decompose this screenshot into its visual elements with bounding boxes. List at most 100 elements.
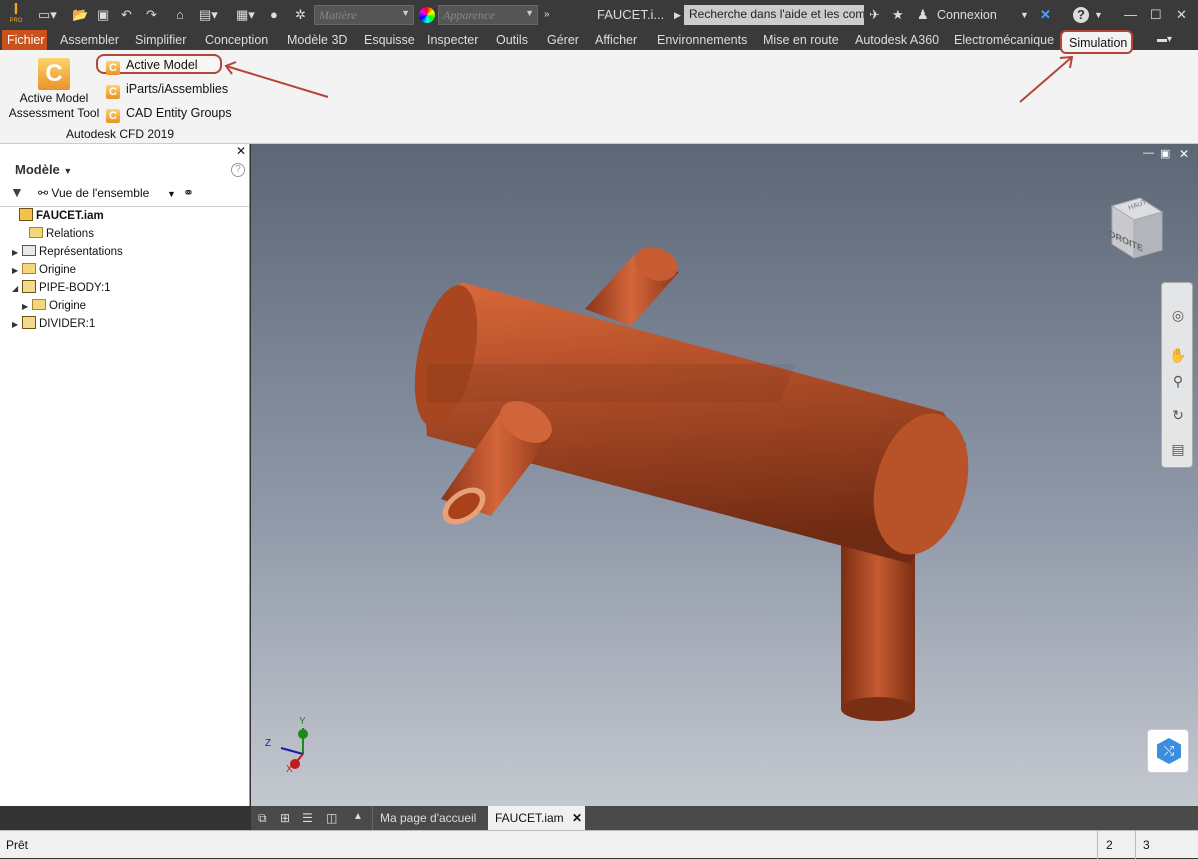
binoculars-icon[interactable]: ✈ <box>869 6 880 24</box>
expand-icon[interactable]: ▶ <box>22 299 32 315</box>
more-tools-icon[interactable]: » <box>544 6 550 24</box>
tab-file[interactable]: Fichier <box>2 30 47 50</box>
steering-wheel-icon[interactable]: ◎ <box>1168 305 1188 325</box>
login-link[interactable]: Connexion <box>937 8 997 22</box>
redo-icon[interactable]: ↷ <box>146 6 157 24</box>
tile-icon[interactable]: ⊞ <box>273 806 297 830</box>
help-icon[interactable]: ? <box>1073 7 1089 23</box>
settings-icon[interactable]: ✲ <box>295 6 306 24</box>
view-selector[interactable]: ⚯ Vue de l'ensemble <box>38 186 149 200</box>
cfd-icon: C <box>106 61 120 75</box>
help-icon[interactable]: ? <box>231 163 245 177</box>
tab-simplify[interactable]: Simplifier <box>135 32 186 48</box>
tree-item-relations[interactable]: Relations <box>29 226 94 242</box>
home-icon[interactable]: ⌂ <box>176 6 184 24</box>
cad-entity-groups-button[interactable]: C CAD Entity Groups <box>106 104 232 124</box>
maximize-icon[interactable]: ☐ <box>1150 6 1162 24</box>
tab-home-page[interactable]: Ma page d'accueil <box>372 806 483 830</box>
tree-item-representations[interactable]: ▶ Représentations <box>12 244 123 261</box>
tree-root[interactable]: FAUCET.iam <box>19 208 104 224</box>
tab-view[interactable]: Afficher <box>595 32 637 48</box>
zoom-icon[interactable]: ⚲ <box>1168 371 1188 391</box>
status-count-2: 3 <box>1143 838 1150 852</box>
help-dropdown-icon[interactable]: ▼ <box>1094 6 1103 24</box>
update-icon[interactable]: ▤▾ <box>199 6 218 24</box>
tab-manage[interactable]: Gérer <box>547 32 579 48</box>
orbit-icon[interactable]: ↻ <box>1168 405 1188 425</box>
document-tabs: ⧉ ⊞ ☰ ◫ ▲ Ma page d'accueil FAUCET.iam ✕ <box>251 806 1198 830</box>
cfd-logo-icon[interactable]: C <box>38 58 70 90</box>
new-file-icon[interactable]: ▭▾ <box>38 6 57 24</box>
close-icon[interactable]: ✕ <box>236 144 246 158</box>
tab-simulation[interactable]: Simulation <box>1060 30 1133 54</box>
folder-icon <box>29 227 43 238</box>
tree-label: Origine <box>39 264 77 276</box>
ribbon-options-icon[interactable]: ▬▾ <box>1157 32 1172 48</box>
app-logo[interactable]: I PRO <box>8 2 24 28</box>
tile-vertical-icon[interactable]: ◫ <box>319 806 344 830</box>
tree-item-divider[interactable]: ▶ DIVIDER:1 <box>12 316 95 333</box>
pan-icon[interactable]: ✋ <box>1168 345 1188 365</box>
filter-icon[interactable]: ▼ <box>10 184 24 200</box>
tree-label: DIVIDER:1 <box>39 318 96 330</box>
exchange-icon[interactable]: ✕ <box>1040 6 1051 24</box>
ribbon-tabs: Fichier Assembler Simplifier Conception … <box>0 30 1198 54</box>
tab-design[interactable]: Conception <box>205 32 268 48</box>
tab-environments[interactable]: Environnements <box>657 32 747 48</box>
tab-3d-model[interactable]: Modèle 3D <box>287 32 347 48</box>
look-at-icon[interactable]: ▤ <box>1168 439 1188 459</box>
window-title: FAUCET.i... <box>597 7 665 22</box>
chevron-down-icon[interactable]: ▼ <box>167 189 176 199</box>
cascade-icon[interactable]: ⧉ <box>251 806 274 830</box>
measure-icon[interactable]: ● <box>270 6 278 24</box>
expand-icon[interactable]: ▶ <box>12 263 22 279</box>
tab-faucet[interactable]: FAUCET.iam ✕ <box>488 806 585 830</box>
tab-faucet-label: FAUCET.iam <box>495 811 564 825</box>
expand-icon[interactable]: ▶ <box>12 245 22 261</box>
tree-label: PIPE-BODY:1 <box>39 282 111 294</box>
undo-icon[interactable]: ↶ <box>121 6 132 24</box>
tab-a360[interactable]: Autodesk A360 <box>855 32 939 48</box>
open-file-icon[interactable]: 📂 <box>72 6 88 24</box>
tree-item-pipe-origin[interactable]: ▶ Origine <box>22 298 86 315</box>
view-cube[interactable]: DROITE HAUT <box>1104 194 1166 264</box>
faucet-model[interactable] <box>251 144 1198 806</box>
tab-sketch[interactable]: Esquisse <box>364 32 415 48</box>
graphics-viewport[interactable]: — ▣ ✕ DROITE HAUT ◎ ✋ ⚲ ↻ ▤ ⤭ Y Z X <box>251 144 1198 806</box>
tab-assemble[interactable]: Assembler <box>60 32 119 48</box>
separator <box>1097 831 1098 859</box>
status-text: Prêt <box>6 838 29 852</box>
material-combo[interactable]: Matière ▼ <box>314 5 414 25</box>
browser-title[interactable]: Modèle ▼ <box>15 162 72 177</box>
tab-tools[interactable]: Outils <box>496 32 528 48</box>
help-search-input[interactable]: Recherche dans l'aide et les com <box>684 5 864 25</box>
tab-inspect[interactable]: Inspecter <box>427 32 478 48</box>
binoculars-icon[interactable]: ⚭ <box>183 185 194 201</box>
appearance-placeholder: Apparence <box>443 8 495 22</box>
close-tab-icon[interactable]: ✕ <box>572 811 582 825</box>
tile-horizontal-icon[interactable]: ☰ <box>295 806 320 830</box>
share-button[interactable]: ⤭ <box>1147 729 1189 773</box>
tree-item-origin[interactable]: ▶ Origine <box>12 262 76 279</box>
collapse-icon[interactable]: ◢ <box>12 281 22 297</box>
expand-icon[interactable]: ▶ <box>12 317 22 333</box>
iparts-iassemblies-button[interactable]: CiParts/iAssemblies <box>106 80 228 100</box>
appearance-combo[interactable]: Apparence ▼ <box>438 5 538 25</box>
tree-label: Représentations <box>39 246 123 258</box>
app-badge: PRO <box>9 18 23 24</box>
minimize-icon[interactable]: — <box>1124 6 1137 24</box>
star-icon[interactable]: ★ <box>892 6 904 24</box>
select-icon[interactable]: ▦▾ <box>236 6 255 24</box>
tree-item-pipe-body[interactable]: ◢ PIPE-BODY:1 <box>12 280 111 297</box>
next-icon[interactable]: ▲ <box>346 806 370 830</box>
tree-label: Origine <box>49 300 87 312</box>
close-icon[interactable]: ✕ <box>1176 6 1187 24</box>
expand-icon[interactable]: ▶ <box>674 6 681 24</box>
login-dropdown-icon[interactable]: ▼ <box>1020 6 1029 24</box>
save-icon[interactable]: ▣ <box>97 6 109 24</box>
active-model-assessment-button[interactable]: Active Model Assessment Tool <box>4 91 104 121</box>
tab-electromechanical[interactable]: Electromécanique <box>954 32 1054 48</box>
active-model-button[interactable]: C Active Model <box>96 54 222 75</box>
iparts-label: iParts/iAssemblies <box>126 82 229 96</box>
tab-get-started[interactable]: Mise en route <box>763 32 839 48</box>
